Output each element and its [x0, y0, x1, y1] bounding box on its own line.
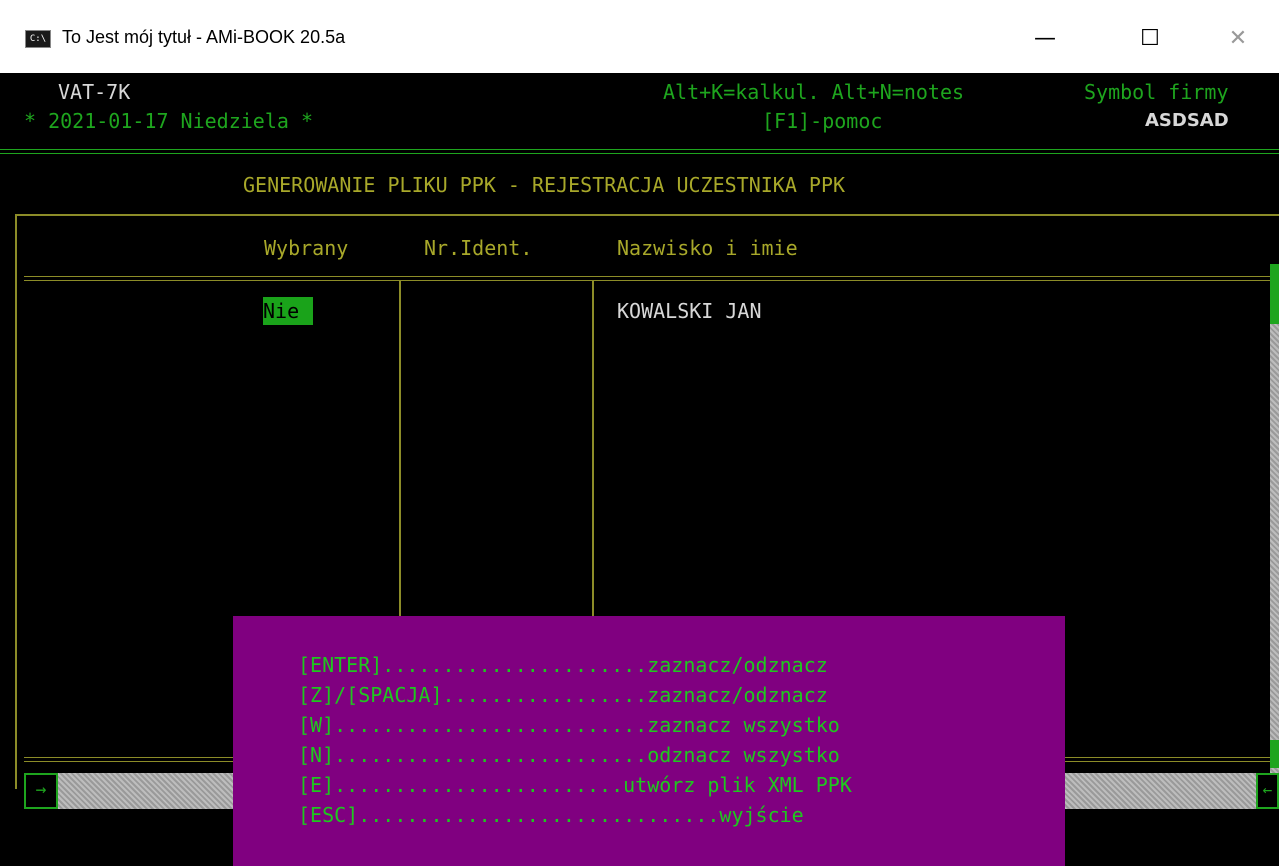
table-top-border: [15, 214, 1279, 216]
window-title: To Jest mój tytuł - AMi-BOOK 20.5a: [62, 27, 346, 47]
table-header-divider: [24, 276, 1270, 281]
vertical-scroll-up[interactable]: [1270, 264, 1279, 324]
screen-title: GENEROWANIE PLIKU PPK - REJESTRACJA UCZE…: [243, 173, 846, 197]
form-code: VAT-7K: [58, 80, 131, 104]
scroll-right-arrow-icon[interactable]: ←: [1256, 773, 1279, 809]
column-header-name: Nazwisko i imie: [617, 236, 798, 260]
row-selected-cell[interactable]: Nie: [263, 297, 313, 325]
column-separator-1: [399, 280, 401, 620]
scroll-left-arrow-icon[interactable]: →: [24, 773, 58, 809]
console-app-icon: C:\: [25, 30, 51, 48]
help-hint: [F1]-pomoc: [762, 109, 883, 133]
minimize-button[interactable]: —: [1000, 14, 1090, 64]
header-divider: [0, 149, 1279, 154]
help-line-select-all: [W]..........................zaznacz wsz…: [298, 713, 840, 737]
company-symbol: ASDSAD: [1145, 110, 1229, 131]
row-name-cell: KOWALSKI JAN: [617, 299, 762, 323]
shortcut-hints: Alt+K=kalkul. Alt+N=notes: [663, 80, 965, 104]
title-bar: C:\ To Jest mój tytuł - AMi-BOOK 20.5a —…: [0, 0, 1279, 74]
maximize-button[interactable]: ☐: [1105, 14, 1195, 64]
company-symbol-label: Symbol firmy: [1084, 80, 1229, 104]
table-left-border: [15, 214, 17, 789]
help-line-exit: [ESC]..............................wyjśc…: [298, 803, 804, 827]
vertical-scroll-down[interactable]: [1270, 740, 1279, 768]
current-date: * 2021-01-17 Niedziela *: [24, 109, 313, 133]
close-button[interactable]: ✕: [1193, 14, 1279, 64]
help-line-create-xml: [E]........................utwórz plik X…: [298, 773, 852, 797]
help-line-space: [Z]/[SPACJA].................zaznacz/odz…: [298, 683, 828, 707]
column-header-id: Nr.Ident.: [424, 236, 533, 260]
help-line-enter: [ENTER]......................zaznacz/odz…: [298, 653, 828, 677]
vertical-scrollbar[interactable]: [1270, 264, 1279, 773]
table-bottom-divider-left: [24, 757, 234, 762]
column-header-selected: Wybrany: [264, 236, 349, 260]
keyboard-help-popup: [ENTER]......................zaznacz/odz…: [233, 616, 1065, 866]
table-bottom-divider-right: [1065, 757, 1270, 762]
column-separator-2: [592, 280, 594, 620]
help-line-deselect-all: [N]..........................odznacz wsz…: [298, 743, 840, 767]
